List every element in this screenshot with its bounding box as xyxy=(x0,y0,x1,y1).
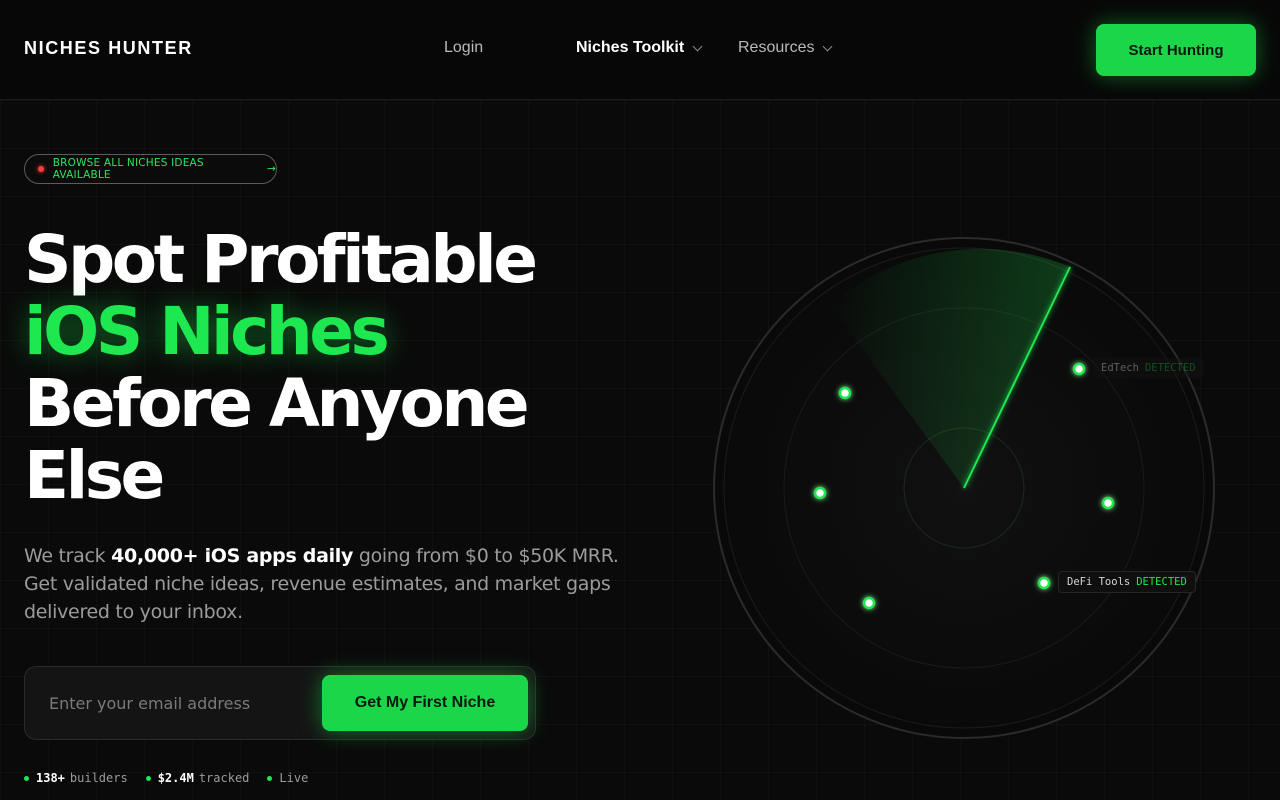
radar-blip xyxy=(1037,576,1051,590)
green-dot-icon xyxy=(24,775,29,781)
radar-label-defi-tools[interactable]: DeFi Tools DETECTED xyxy=(1058,571,1196,593)
browse-niches-badge[interactable]: BROWSE ALL NICHES IDEAS AVAILABLE → xyxy=(24,154,277,184)
stat-label: tracked xyxy=(198,771,250,785)
headline-line-4: Else xyxy=(24,437,165,514)
headline-line-3: Before Anyone xyxy=(24,365,530,442)
radar-graphic xyxy=(713,237,1215,739)
badge-text: BROWSE ALL NICHES IDEAS AVAILABLE xyxy=(52,157,204,181)
nav-login-label: Login xyxy=(444,39,484,56)
radar-label-status: DETECTED xyxy=(1144,362,1196,374)
headline-line-2-highlight: iOS Niches xyxy=(24,293,390,370)
radar-blip xyxy=(813,486,827,500)
hero-headline: Spot Profitable iOS Niches Before Anyone… xyxy=(24,224,644,512)
radar-label-name: EdTech xyxy=(1101,362,1139,374)
subtext-highlight: 40,000+ iOS apps daily xyxy=(111,545,354,567)
chevron-down-icon xyxy=(823,41,833,51)
radar-label-status: DETECTED xyxy=(1136,576,1187,588)
stat-label: builders xyxy=(69,771,128,785)
stat-value: 138+ xyxy=(36,771,65,785)
stat-tracked: $2.4M tracked xyxy=(145,771,250,785)
radar-blip xyxy=(862,596,876,610)
arrow-right-icon: → xyxy=(267,163,276,175)
radar-blip xyxy=(1101,496,1115,510)
stat-value: $2.4M xyxy=(157,771,194,785)
subtext-pre: We track xyxy=(24,545,112,567)
get-first-niche-button[interactable]: Get My First Niche xyxy=(322,675,528,731)
start-hunting-button[interactable]: Start Hunting xyxy=(1096,24,1256,76)
radar-blip xyxy=(1072,362,1086,376)
stats-row: 138+ builders $2.4M tracked Live xyxy=(24,771,308,785)
radar-label-name: DeFi Tools xyxy=(1067,576,1131,588)
stat-live: Live xyxy=(267,771,308,785)
email-input[interactable] xyxy=(26,668,316,738)
nav-toolkit-label: Niches Toolkit xyxy=(576,39,685,56)
nav-niches-toolkit[interactable]: Niches Toolkit xyxy=(576,39,703,57)
hero-subtext: We track 40,000+ iOS apps daily going fr… xyxy=(24,542,624,626)
nav-resources-label: Resources xyxy=(738,39,815,56)
top-navbar: NICHES HUNTER Login Niches Toolkit Resou… xyxy=(0,0,1280,100)
green-dot-icon xyxy=(145,775,151,781)
stat-builders: 138+ builders xyxy=(24,771,128,785)
chevron-down-icon xyxy=(692,41,703,51)
nav-resources[interactable]: Resources xyxy=(738,39,833,57)
live-dot-icon xyxy=(38,166,44,172)
radar-blip xyxy=(838,386,852,400)
logo[interactable]: NICHES HUNTER xyxy=(24,38,193,59)
green-dot-icon xyxy=(267,775,273,781)
stat-label: Live xyxy=(279,771,309,785)
radar-label-edtech[interactable]: EdTech DETECTED xyxy=(1093,358,1204,378)
email-signup-form: Get My First Niche xyxy=(24,666,536,740)
headline-line-1: Spot Profitable xyxy=(24,221,538,298)
nav-login[interactable]: Login xyxy=(444,39,483,57)
